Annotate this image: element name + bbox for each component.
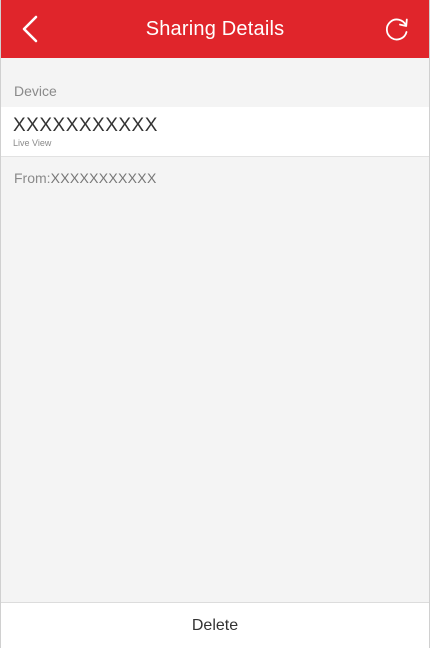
refresh-button[interactable]	[381, 13, 413, 45]
footer-bar: Delete	[1, 602, 429, 648]
device-row[interactable]: XXXXXXXXXXX Live View	[1, 107, 429, 157]
device-section-label: Device	[14, 83, 57, 99]
back-button[interactable]	[15, 14, 45, 44]
header-bar: Sharing Details	[1, 0, 429, 58]
device-permission: Live View	[13, 138, 52, 148]
refresh-icon	[385, 18, 408, 41]
delete-button[interactable]: Delete	[172, 611, 258, 641]
chevron-left-icon	[22, 15, 38, 43]
device-name: XXXXXXXXXXX	[13, 115, 158, 136]
shared-from-prefix: From:	[14, 170, 51, 186]
shared-from-value: XXXXXXXXXXX	[50, 170, 157, 186]
shared-from-row: From:XXXXXXXXXXX	[14, 170, 157, 186]
page-title: Sharing Details	[145, 17, 285, 40]
sharing-details-screen: Sharing Details Device XXXXXXXXXXX Live …	[0, 0, 430, 648]
